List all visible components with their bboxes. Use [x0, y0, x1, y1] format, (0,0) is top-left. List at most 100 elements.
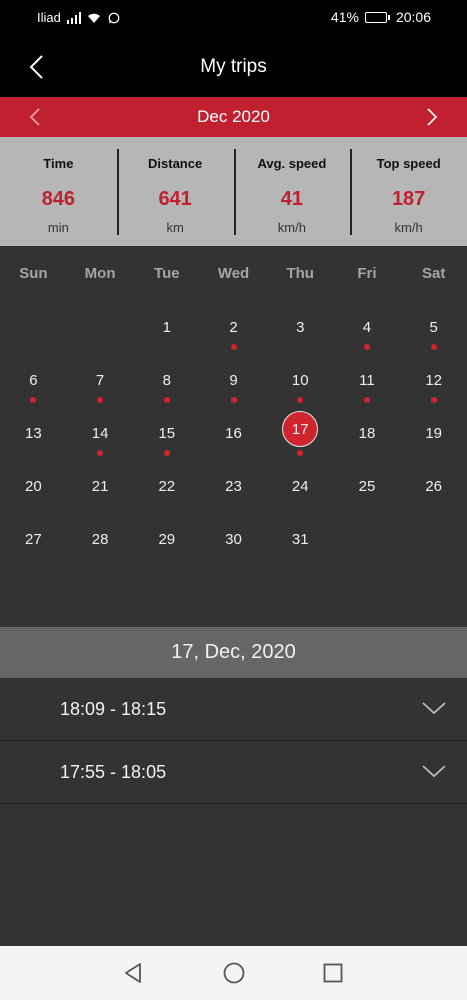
weekday-label: Sun [19, 264, 48, 282]
weekday-header: Sun Mon Tue Wed Thu Fri Sat [0, 246, 467, 300]
calendar-day[interactable]: 1 [133, 300, 200, 353]
calendar-day[interactable]: 29 [133, 512, 200, 565]
trip-indicator-dot [163, 397, 170, 403]
calendar-day[interactable]: 18 [334, 406, 401, 459]
calendar-day[interactable]: 11 [334, 353, 401, 406]
calendar-day[interactable]: 13 [0, 406, 67, 459]
weekday-label: Tue [154, 264, 180, 282]
calendar-day[interactable]: 31 [267, 512, 334, 565]
calendar-day[interactable]: 15 [133, 406, 200, 459]
weekday-label: Sat [422, 264, 446, 282]
day-number: 29 [158, 531, 176, 548]
stat-unit: min [47, 220, 69, 235]
calendar-empty-cell [0, 300, 67, 353]
stat-time: Time 846 min [0, 149, 117, 235]
day-number: 28 [91, 531, 109, 548]
day-number: 18 [358, 425, 376, 442]
day-number: 13 [25, 425, 42, 442]
calendar-empty-cell [67, 300, 134, 353]
day-number: 14 [91, 425, 109, 442]
calendar-day[interactable]: 20 [0, 459, 67, 512]
trip-indicator-dot [430, 344, 437, 350]
day-number: 12 [425, 372, 443, 389]
calendar-day[interactable]: 17 [267, 406, 334, 459]
calendar-day[interactable]: 4 [334, 300, 401, 353]
stat-distance: Distance 641 km [116, 149, 234, 235]
day-number: 3 [296, 319, 305, 336]
calendar-day[interactable]: 3 [267, 300, 334, 353]
calendar-day[interactable]: 23 [200, 459, 267, 512]
month-label: Dec 2020 [197, 107, 270, 126]
calendar-day[interactable]: 30 [200, 512, 267, 565]
day-number: 19 [425, 425, 443, 442]
trip-row[interactable]: 17:55 - 18:05 [0, 741, 467, 804]
trip-indicator-dot [230, 344, 237, 350]
stat-label: Avg. speed [257, 156, 327, 171]
circle-home-icon[interactable] [222, 961, 246, 985]
day-number: 24 [291, 478, 309, 495]
calendar-week: 20 21 22 23 24 25 26 [0, 459, 467, 512]
calendar-day[interactable]: 25 [334, 459, 401, 512]
calendar-day[interactable]: 2 [200, 300, 267, 353]
calendar-day[interactable]: 24 [267, 459, 334, 512]
chevron-right-icon[interactable] [419, 105, 443, 129]
calendar-day[interactable]: 21 [67, 459, 134, 512]
trip-list: 18:09 - 18:15 17:55 - 18:05 [0, 678, 467, 946]
stats-panel: Time 846 min Distance 641 km Avg. speed … [0, 137, 467, 246]
stat-value: 187 [391, 188, 426, 210]
calendar-day[interactable]: 26 [400, 459, 467, 512]
calendar-day[interactable]: 14 [67, 406, 134, 459]
trip-indicator-dot [97, 450, 104, 456]
day-number: 4 [362, 319, 372, 336]
calendar-day[interactable]: 22 [133, 459, 200, 512]
day-number: 16 [225, 425, 242, 442]
calendar-grid: 1 2 3 4 5 6 7 8 9 10 11 12 13 14 15 16 17 18 19 20 21 22 23 24 2… [0, 300, 467, 565]
app-header: My trips [0, 36, 467, 97]
system-nav-bar [0, 946, 467, 1000]
day-number: 9 [229, 372, 238, 389]
chevron-down-icon[interactable] [421, 698, 447, 718]
trip-indicator-dot [97, 397, 104, 403]
day-number: 21 [91, 478, 109, 495]
calendar-empty-cell [334, 512, 401, 565]
calendar-day[interactable]: 19 [400, 406, 467, 459]
day-number: 8 [162, 372, 171, 389]
square-recents-icon[interactable] [321, 961, 345, 985]
calendar-day[interactable]: 7 [67, 353, 134, 406]
calendar-day[interactable]: 5 [400, 300, 467, 353]
stat-label: Distance [148, 156, 203, 171]
day-number: 5 [429, 319, 438, 336]
chevron-down-icon[interactable] [421, 761, 447, 781]
trip-indicator-dot [363, 344, 370, 350]
stat-avg-speed: Avg. speed 41 km/h [233, 149, 351, 235]
weekday-label: Mon [84, 264, 116, 282]
selected-date-header: 17, Dec, 2020 [0, 627, 467, 678]
calendar-day[interactable]: 16 [200, 406, 267, 459]
day-number: 31 [291, 531, 309, 548]
calendar-week: 27 28 29 30 31 [0, 512, 467, 565]
triangle-back-icon[interactable] [121, 961, 145, 985]
calendar-day[interactable]: 10 [267, 353, 334, 406]
month-selector: Dec 2020 [0, 97, 467, 137]
trip-row[interactable]: 18:09 - 18:15 [0, 678, 467, 741]
calendar-day[interactable]: 27 [0, 512, 67, 565]
trip-time: 18:09 - 18:15 [60, 699, 167, 719]
day-number: 7 [95, 372, 105, 389]
stat-unit: km [166, 220, 184, 235]
calendar-day[interactable]: 12 [400, 353, 467, 406]
stat-top-speed: Top speed 187 km/h [350, 149, 467, 235]
day-number: 10 [291, 372, 309, 389]
carrier-label: Iliad [37, 10, 61, 25]
calendar-day[interactable]: 9 [200, 353, 267, 406]
calendar-day[interactable]: 28 [67, 512, 134, 565]
trip-indicator-dot [230, 397, 237, 403]
trip-indicator-dot [363, 397, 370, 403]
day-number: 25 [358, 478, 376, 495]
calendar-day[interactable]: 6 [0, 353, 67, 406]
calendar-week: 1 2 3 4 5 [0, 300, 467, 353]
stat-value: 641 [158, 188, 192, 210]
day-number: 26 [425, 478, 443, 495]
day-number: 23 [225, 478, 242, 495]
clock: 20:06 [395, 9, 431, 25]
calendar-day[interactable]: 8 [133, 353, 200, 406]
